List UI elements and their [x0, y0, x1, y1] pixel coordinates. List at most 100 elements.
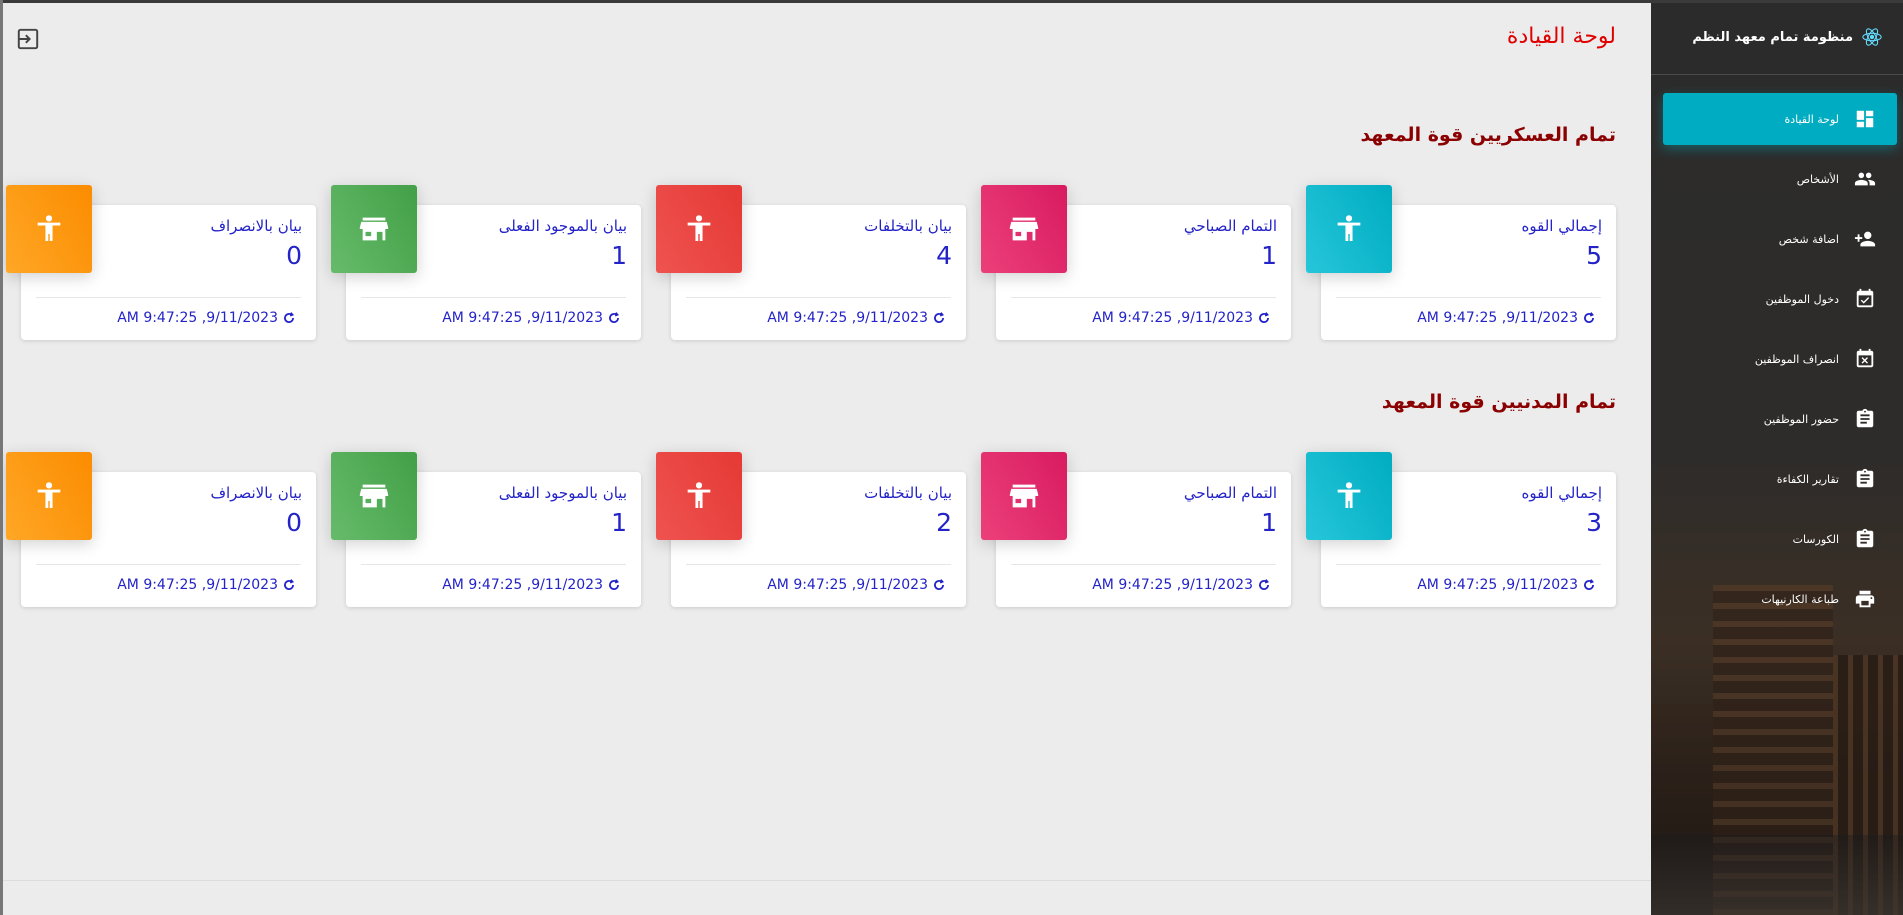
card-timestamp: 9/11/2023, 9:47:25 AM [1417, 310, 1578, 326]
store-icon [981, 452, 1067, 540]
sidebar-item-attendance[interactable]: حضور الموظفين [1663, 393, 1897, 445]
sidebar-item-label: اضافة شخص [1778, 232, 1839, 246]
card-footer: 9/11/2023, 9:47:25 AM [767, 310, 946, 326]
card-divider [36, 297, 301, 298]
card-timestamp: 9/11/2023, 9:47:25 AM [1417, 577, 1578, 593]
sidebar-item-people[interactable]: الأشخاص [1663, 153, 1897, 205]
sidebar-nav: لوحة القيادة الأشخاص اضافة شخص دخول المو… [1651, 75, 1903, 625]
stat-card-present[interactable]: بيان بالموجود الفعلى 1 9/11/2023, 9:47:2… [331, 452, 641, 607]
top-border [0, 0, 1903, 3]
card-divider [1336, 564, 1601, 565]
card-value: 1 [611, 241, 627, 270]
sidebar-item-courses[interactable]: الكورسات [1663, 513, 1897, 565]
card-timestamp: 9/11/2023, 9:47:25 AM [117, 310, 278, 326]
left-border [0, 0, 3, 915]
logout-icon[interactable] [15, 26, 41, 52]
sidebar-item-dashboard[interactable]: لوحة القيادة [1663, 93, 1897, 145]
card-footer: 9/11/2023, 9:47:25 AM [1092, 310, 1271, 326]
card-title: بيان بالموجود الفعلى [498, 217, 627, 235]
cards-row-civilian: إجمالي القوه 3 9/11/2023, 9:47:25 AM الت… [6, 452, 1616, 607]
card-title: التمام الصباحي [1183, 217, 1277, 235]
calendar-check-icon [1853, 287, 1877, 311]
store-icon [981, 185, 1067, 273]
refresh-icon [934, 579, 944, 590]
refresh-icon [284, 312, 294, 323]
footer-divider [3, 880, 1651, 881]
stat-card-total[interactable]: إجمالي القوه 5 9/11/2023, 9:47:25 AM [1306, 185, 1616, 340]
sidebar-item-employee-exit[interactable]: انصراف الموظفين [1663, 333, 1897, 385]
card-divider [361, 297, 626, 298]
card-title: بيان بالتخلفات [864, 217, 952, 235]
card-divider [361, 564, 626, 565]
card-timestamp: 9/11/2023, 9:47:25 AM [442, 577, 603, 593]
cards-row-military: إجمالي القوه 5 9/11/2023, 9:47:25 AM الت… [6, 185, 1616, 340]
sidebar-item-label: تقارير الكفاءة [1776, 472, 1839, 486]
stat-card-morning[interactable]: التمام الصباحي 1 9/11/2023, 9:47:25 AM [981, 452, 1291, 607]
card-footer: 9/11/2023, 9:47:25 AM [1092, 577, 1271, 593]
store-icon [331, 452, 417, 540]
card-value: 0 [286, 508, 302, 537]
card-value: 1 [1261, 241, 1277, 270]
person-icon [1306, 185, 1392, 273]
refresh-icon [284, 579, 294, 590]
sidebar-item-efficiency-reports[interactable]: تقارير الكفاءة [1663, 453, 1897, 505]
sidebar-item-print-cards[interactable]: طباعة الكارنيهات [1663, 573, 1897, 625]
people-icon [1853, 167, 1877, 191]
card-divider [1011, 564, 1276, 565]
sidebar-item-label: لوحة القيادة [1784, 112, 1839, 126]
card-value: 3 [1586, 508, 1602, 537]
card-value: 2 [936, 508, 952, 537]
person-icon [656, 452, 742, 540]
card-divider [686, 564, 951, 565]
sidebar-item-add-person[interactable]: اضافة شخص [1663, 213, 1897, 265]
card-title: بيان بالتخلفات [864, 484, 952, 502]
stat-card-morning[interactable]: التمام الصباحي 1 9/11/2023, 9:47:25 AM [981, 185, 1291, 340]
card-value: 5 [1586, 241, 1602, 270]
stat-card-present[interactable]: بيان بالموجود الفعلى 1 9/11/2023, 9:47:2… [331, 185, 641, 340]
react-logo-icon [1861, 26, 1883, 48]
sidebar-item-label: الكورسات [1792, 532, 1839, 546]
card-footer: 9/11/2023, 9:47:25 AM [1417, 577, 1596, 593]
card-divider [1336, 297, 1601, 298]
card-title: التمام الصباحي [1183, 484, 1277, 502]
dashboard-icon [1853, 107, 1877, 131]
person-icon [1306, 452, 1392, 540]
sidebar: منظومة تمام معهد النظم لوحة القيادة الأش… [1651, 0, 1903, 915]
add-person-icon [1853, 227, 1877, 251]
sidebar-header[interactable]: منظومة تمام معهد النظم [1651, 0, 1903, 75]
sidebar-item-label: طباعة الكارنيهات [1761, 592, 1839, 606]
card-value: 4 [936, 241, 952, 270]
card-footer: 9/11/2023, 9:47:25 AM [117, 310, 296, 326]
stat-card-departure[interactable]: بيان بالانصراف 0 9/11/2023, 9:47:25 AM [6, 452, 316, 607]
sidebar-item-employee-entry[interactable]: دخول الموظفين [1663, 273, 1897, 325]
person-icon [6, 452, 92, 540]
printer-icon [1853, 587, 1877, 611]
main-content: لوحة القيادة تمام العسكريين قوة المعهد إ… [3, 0, 1651, 915]
refresh-icon [609, 579, 619, 590]
stat-card-total[interactable]: إجمالي القوه 3 9/11/2023, 9:47:25 AM [1306, 452, 1616, 607]
clipboard-icon [1853, 467, 1877, 491]
card-timestamp: 9/11/2023, 9:47:25 AM [767, 310, 928, 326]
card-title: بيان بالموجود الفعلى [498, 484, 627, 502]
section-title-civilian: تمام المدنيين قوة المعهد [1381, 391, 1616, 413]
refresh-icon [1584, 579, 1594, 590]
refresh-icon [1584, 312, 1594, 323]
person-icon [656, 185, 742, 273]
section-title-military: تمام العسكريين قوة المعهد [1360, 124, 1616, 146]
card-footer: 9/11/2023, 9:47:25 AM [117, 577, 296, 593]
app-title: منظومة تمام معهد النظم [1692, 29, 1853, 45]
card-title: إجمالي القوه [1521, 217, 1602, 235]
card-footer: 9/11/2023, 9:47:25 AM [767, 577, 946, 593]
refresh-icon [609, 312, 619, 323]
stat-card-departure[interactable]: بيان بالانصراف 0 9/11/2023, 9:47:25 AM [6, 185, 316, 340]
card-timestamp: 9/11/2023, 9:47:25 AM [1092, 577, 1253, 593]
stat-card-absences[interactable]: بيان بالتخلفات 2 9/11/2023, 9:47:25 AM [656, 452, 966, 607]
card-divider [686, 297, 951, 298]
calendar-x-icon [1853, 347, 1877, 371]
card-footer: 9/11/2023, 9:47:25 AM [1417, 310, 1596, 326]
store-icon [331, 185, 417, 273]
card-value: 1 [611, 508, 627, 537]
refresh-icon [1259, 579, 1269, 590]
card-value: 0 [286, 241, 302, 270]
stat-card-absences[interactable]: بيان بالتخلفات 4 9/11/2023, 9:47:25 AM [656, 185, 966, 340]
